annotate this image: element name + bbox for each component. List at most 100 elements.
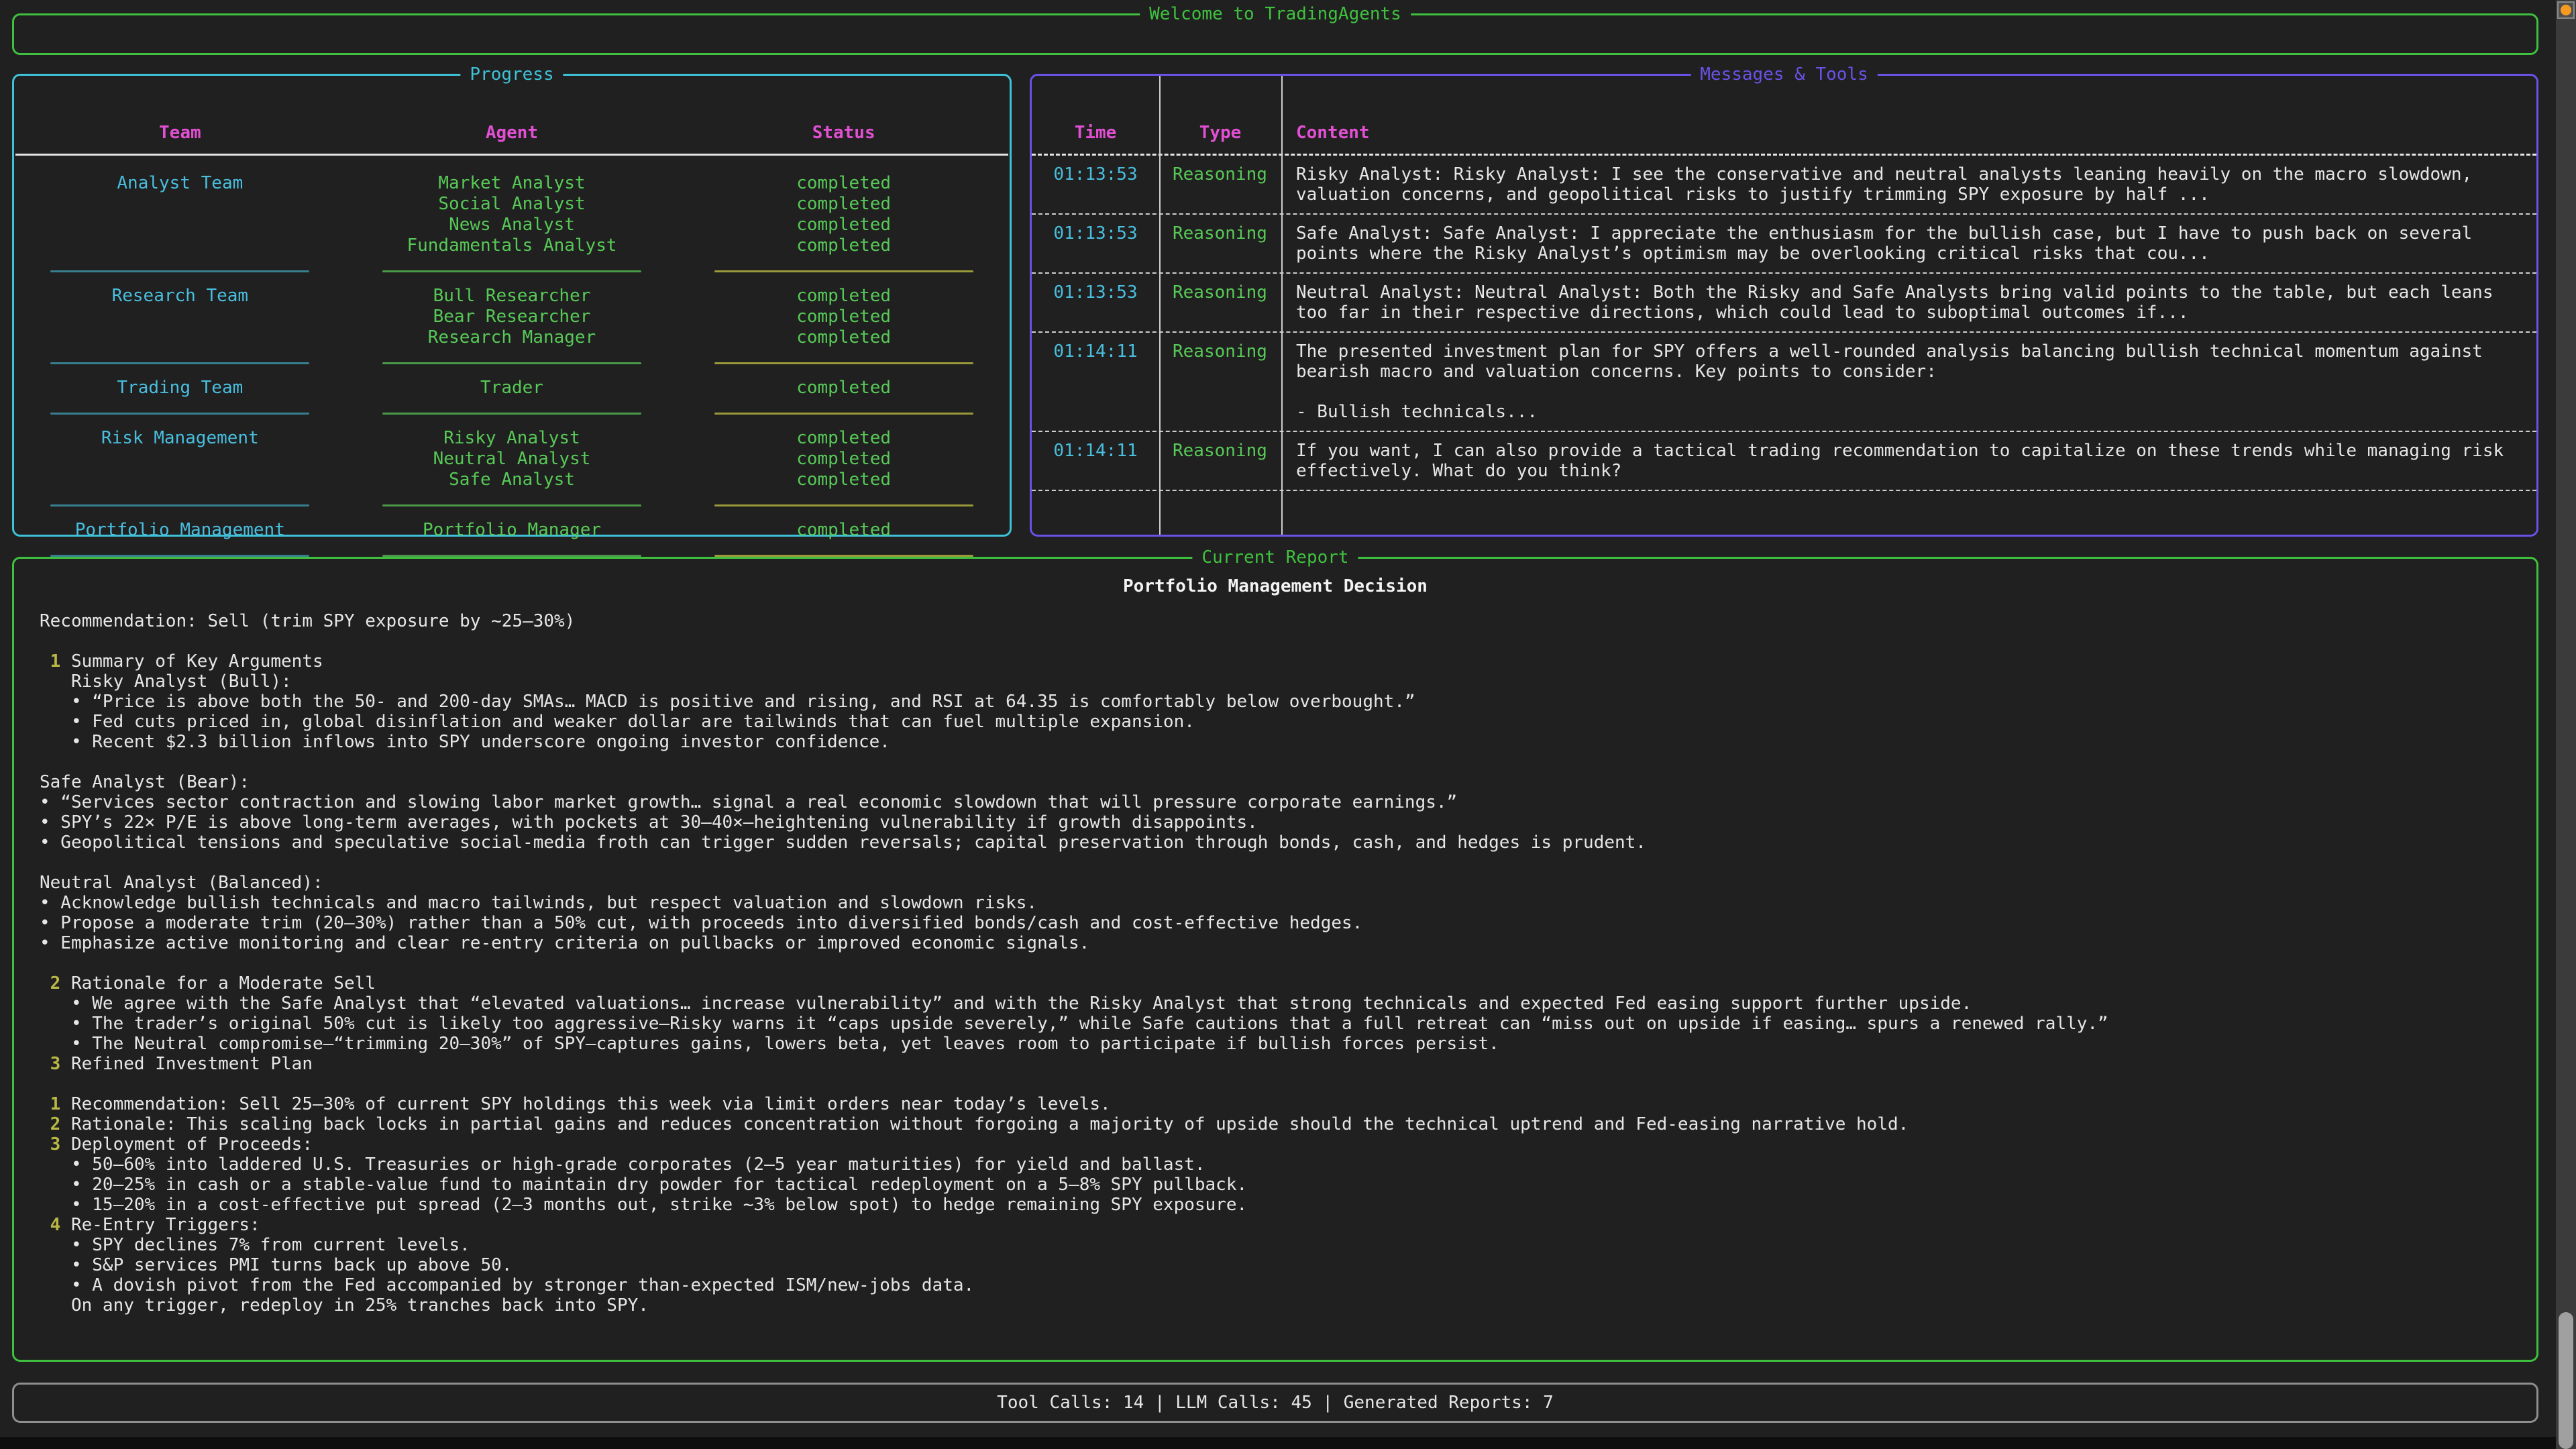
team-separator <box>50 362 309 364</box>
row-separator <box>1032 490 2536 491</box>
messages-col-type: Type <box>1159 123 1281 143</box>
scrollbar-thumb[interactable] <box>2559 1312 2573 1449</box>
message-type: Reasoning <box>1159 223 1281 264</box>
status-cell: completed <box>678 307 1010 327</box>
report-line: 4 Re-Entry Triggers: <box>40 1215 2511 1235</box>
scrollbar[interactable] <box>2556 0 2576 1449</box>
status-separator <box>714 504 973 506</box>
message-content: Safe Analyst: Safe Analyst: I appreciate… <box>1281 223 2536 264</box>
message-type: Reasoning <box>1159 441 1281 481</box>
status-cell: completed <box>678 215 1010 235</box>
progress-row: Safe Analystcompleted <box>14 470 1010 490</box>
welcome-title: Welcome to TradingAgents <box>1140 4 1411 24</box>
dashboard-row: Progress Team Agent Status Analyst TeamM… <box>12 74 2538 537</box>
status-cell: completed <box>678 470 1010 490</box>
report-line: 2 Rationale: This scaling back locks in … <box>40 1114 2511 1134</box>
report-line: • Fed cuts priced in, global disinflatio… <box>40 712 2511 732</box>
agent-cell: Social Analyst <box>346 194 678 215</box>
status-cell: completed <box>678 378 1010 398</box>
progress-row: Bear Researchercompleted <box>14 307 1010 327</box>
team-separator <box>50 413 309 415</box>
report-line: • S&P services PMI turns back up above 5… <box>40 1255 2511 1275</box>
report-line: 1 Summary of Key Arguments <box>40 651 2511 672</box>
agent-cell: Neutral Analyst <box>346 449 678 470</box>
status-cell: completed <box>678 173 1010 194</box>
message-time: 01:14:11 <box>1032 341 1159 422</box>
report-line: • Recent $2.3 billion inflows into SPY u… <box>40 732 2511 752</box>
messages-col-time: Time <box>1032 123 1159 143</box>
progress-row: Neutral Analystcompleted <box>14 449 1010 470</box>
progress-row: Portfolio ManagementPortfolio Managercom… <box>14 520 1010 541</box>
report-panel-title: Current Report <box>1192 547 1358 568</box>
message-row: 01:14:11ReasoningIf you want, I can also… <box>1032 432 2536 490</box>
message-row: 01:13:53ReasoningSafe Analyst: Safe Anal… <box>1032 215 2536 272</box>
report-body: Portfolio Management Decision Recommenda… <box>14 559 2536 1316</box>
message-row: 01:13:53ReasoningNeutral Analyst: Neutra… <box>1032 274 2536 331</box>
report-line: Recommendation: Sell (trim SPY exposure … <box>40 611 2511 631</box>
team-separator <box>50 504 309 506</box>
report-line: • Propose a moderate trim (20–30%) rathe… <box>40 913 2511 933</box>
report-line: • “Price is above both the 50- and 200-d… <box>40 692 2511 712</box>
report-line: • The Neutral compromise—“trimming 20–30… <box>40 1034 2511 1054</box>
report-line: Neutral Analyst (Balanced): <box>40 873 2511 893</box>
agent-cell: Market Analyst <box>346 173 678 194</box>
report-line: • “Services sector contraction and slowi… <box>40 792 2511 812</box>
report-line <box>40 752 2511 772</box>
status-cell: completed <box>678 520 1010 541</box>
column-divider <box>1281 76 1283 535</box>
report-line: On any trigger, redeploy in 25% tranches… <box>40 1295 2511 1316</box>
stats-bar: Tool Calls: 14 | LLM Calls: 45 | Generat… <box>12 1383 2538 1423</box>
agent-cell: Research Manager <box>346 327 678 348</box>
team-cell <box>14 215 346 235</box>
report-line: • 20–25% in cash or a stable-value fund … <box>40 1175 2511 1195</box>
messages-table-body: 01:13:53ReasoningRisky Analyst: Risky An… <box>1032 156 2536 491</box>
report-line: • We agree with the Safe Analyst that “e… <box>40 994 2511 1014</box>
agent-cell: Bull Researcher <box>346 286 678 307</box>
progress-row: Research Managercompleted <box>14 327 1010 348</box>
team-cell: Portfolio Management <box>14 520 346 541</box>
report-line: • SPY declines 7% from current levels. <box>40 1235 2511 1255</box>
message-type: Reasoning <box>1159 282 1281 323</box>
message-type: Reasoning <box>1159 164 1281 205</box>
status-cell: completed <box>678 286 1010 307</box>
messages-table: Time Type Content 01:13:53ReasoningRisky… <box>1032 76 2536 535</box>
agent-cell: Fundamentals Analyst <box>346 235 678 256</box>
status-cell: completed <box>678 327 1010 348</box>
report-line: Safe Analyst (Bear): <box>40 772 2511 792</box>
list-number: 3 <box>50 1134 61 1155</box>
team-cell <box>14 449 346 470</box>
message-content: If you want, I can also provide a tactic… <box>1281 441 2536 481</box>
team-cell <box>14 307 346 327</box>
message-time: 01:14:11 <box>1032 441 1159 481</box>
column-divider <box>1159 76 1161 535</box>
scroll-top-button[interactable] <box>2557 1 2575 19</box>
message-row: 01:13:53ReasoningRisky Analyst: Risky An… <box>1032 156 2536 213</box>
team-cell <box>14 194 346 215</box>
terminal-content: Welcome to TradingAgents Progress Team A… <box>0 0 2556 1449</box>
progress-col-agent: Agent <box>346 123 678 143</box>
report-line: • SPY’s 22× P/E is above long-term avera… <box>40 812 2511 833</box>
report-line: • Acknowledge bullish technicals and mac… <box>40 893 2511 913</box>
agent-cell: Bear Researcher <box>346 307 678 327</box>
report-line: • The trader’s original 50% cut is likel… <box>40 1014 2511 1034</box>
agent-cell: Risky Analyst <box>346 428 678 449</box>
report-line <box>40 953 2511 973</box>
group-separator <box>14 348 1010 378</box>
agent-cell: Trader <box>346 378 678 398</box>
agent-cell: Portfolio Manager <box>346 520 678 541</box>
status-cell: completed <box>678 428 1010 449</box>
progress-row: Fundamentals Analystcompleted <box>14 235 1010 256</box>
progress-table-body: Analyst TeamMarket AnalystcompletedSocia… <box>14 156 1010 570</box>
team-cell <box>14 327 346 348</box>
record-dot-icon <box>2561 5 2571 15</box>
group-separator <box>14 398 1010 428</box>
progress-panel-title: Progress <box>460 64 563 85</box>
list-number: 1 <box>50 651 61 672</box>
progress-row: News Analystcompleted <box>14 215 1010 235</box>
report-line: Risky Analyst (Bull): <box>40 672 2511 692</box>
messages-table-header: Time Type Content <box>1032 76 2536 154</box>
list-number: 4 <box>50 1215 61 1235</box>
progress-panel: Progress Team Agent Status Analyst TeamM… <box>12 74 1012 537</box>
team-cell <box>14 470 346 490</box>
message-time: 01:13:53 <box>1032 164 1159 205</box>
